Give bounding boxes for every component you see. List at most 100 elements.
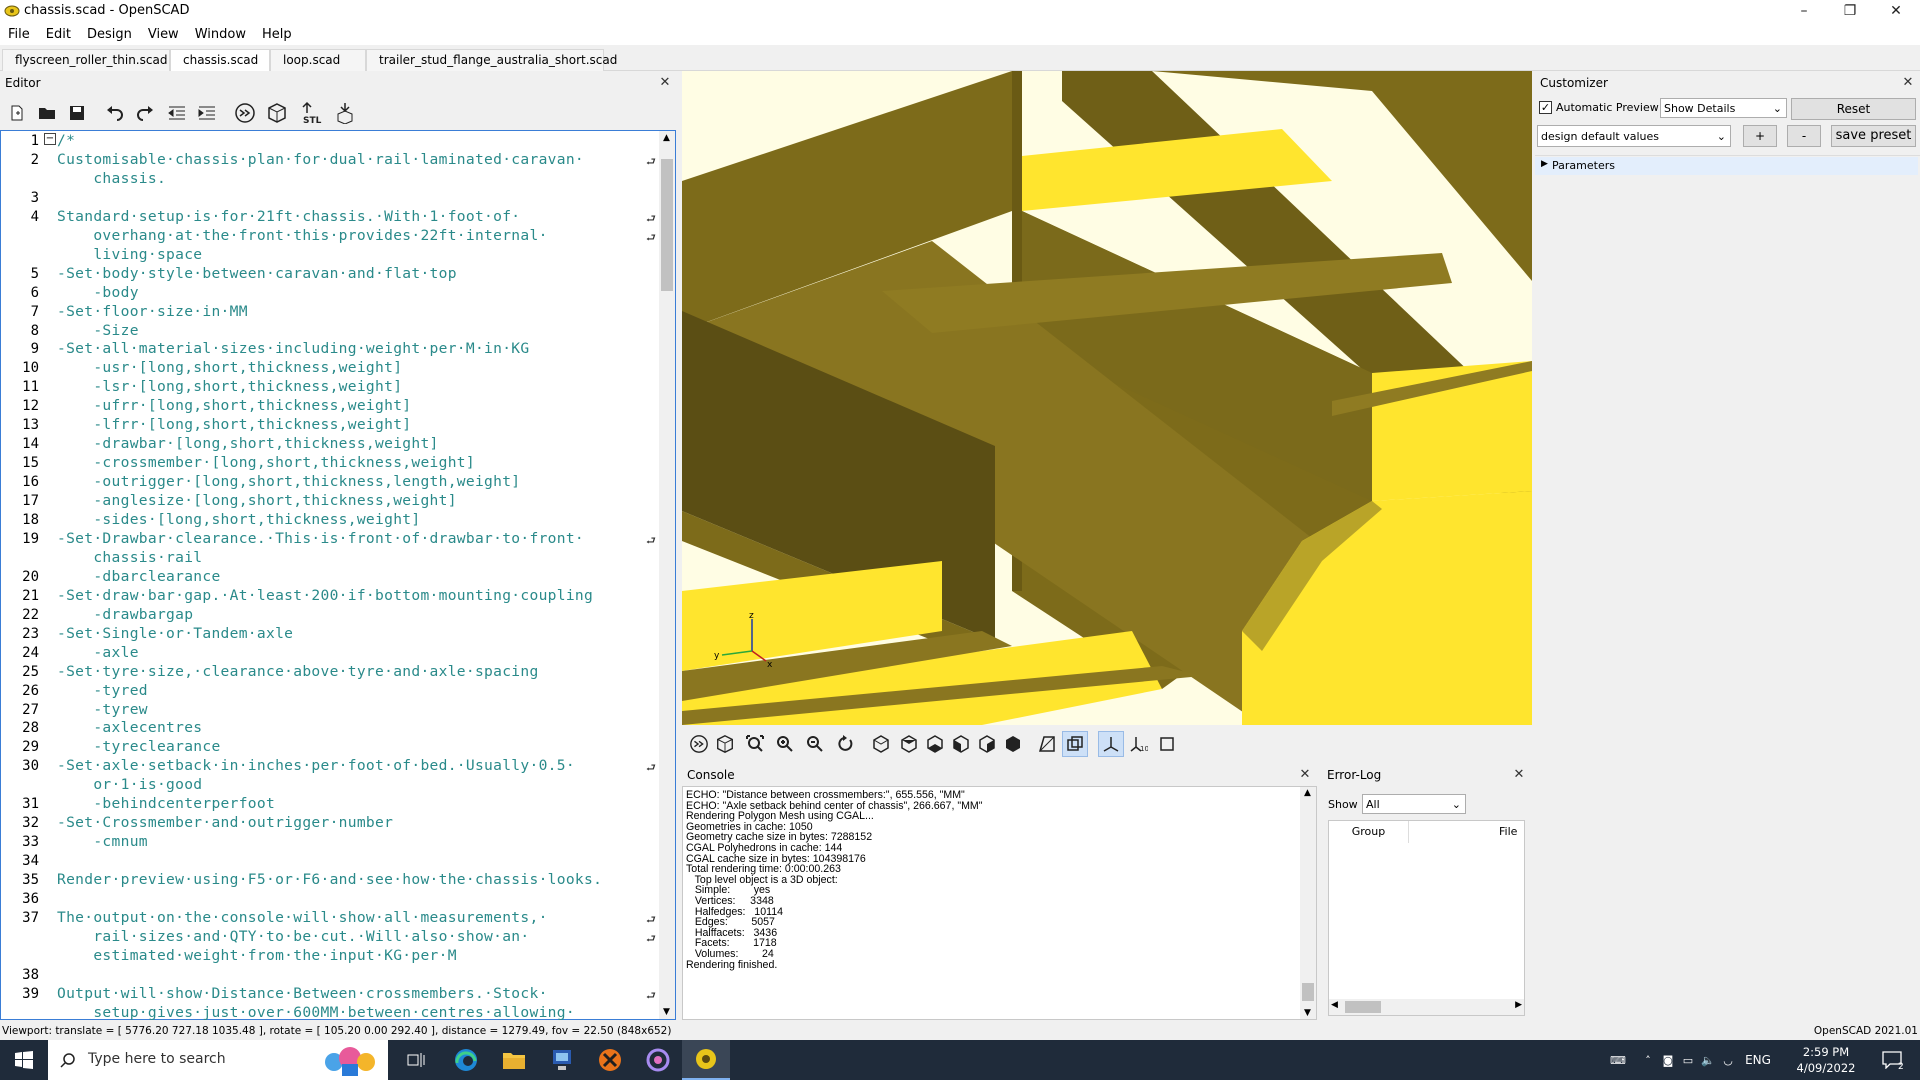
show-details-select[interactable]: Show Details ⌄ (1660, 98, 1787, 118)
orthogonal-icon[interactable] (1062, 731, 1088, 757)
render-icon[interactable] (712, 731, 738, 757)
console-output[interactable]: ECHO: "Distance between crossmembers:", … (682, 786, 1317, 1020)
circle-app-icon[interactable] (634, 1040, 682, 1080)
code-line: -crossmember·[long,short,thickness,weigh… (57, 454, 475, 472)
editor-close-icon[interactable]: ✕ (658, 76, 672, 90)
network-app-icon[interactable] (538, 1040, 586, 1080)
scroll-up-icon[interactable]: ▲ (663, 133, 670, 143)
view-top-icon[interactable] (896, 731, 922, 757)
errorlog-col-group[interactable]: Group (1329, 821, 1409, 843)
editor-scroll-thumb[interactable] (661, 159, 673, 291)
code-line: -Set·body·style·between·caravan·and·flat… (57, 264, 457, 282)
scroll-down-icon[interactable]: ▼ (1304, 1008, 1311, 1018)
menu-help[interactable]: Help (254, 24, 300, 45)
network-icon[interactable]: ▭ (1678, 1040, 1698, 1080)
openscad-taskbar-icon[interactable] (682, 1040, 730, 1080)
unindent-icon[interactable] (164, 100, 190, 126)
taskbar-search-box[interactable]: Type here to search (48, 1040, 388, 1080)
code-area[interactable]: /* Customisable·chassis·plan·for·dual·rai… (1, 131, 659, 1021)
notification-center-icon[interactable]: 2 (1872, 1040, 1912, 1080)
fold-toggle-icon[interactable]: − (44, 133, 56, 145)
errorlog-table[interactable]: Group File ◀ ▶ (1328, 820, 1525, 1016)
errorlog-hscrollbar[interactable]: ◀ ▶ (1329, 999, 1524, 1015)
console-close-icon[interactable]: ✕ (1298, 768, 1312, 782)
errorlog-col-file[interactable]: File (1499, 821, 1529, 843)
view-back-icon[interactable] (1000, 731, 1026, 757)
open-file-icon[interactable] (34, 100, 60, 126)
save-icon[interactable] (64, 100, 90, 126)
code-line: -sides·[long,short,thickness,weight] (57, 511, 421, 528)
scroll-up-icon[interactable]: ▲ (1304, 788, 1311, 798)
render-icon[interactable] (264, 100, 290, 126)
auto-preview-checkbox[interactable]: ✓ (1539, 101, 1552, 114)
errorlog-close-icon[interactable]: ✕ (1512, 768, 1526, 782)
volume-icon[interactable]: 🔈 (1698, 1040, 1718, 1080)
file-explorer-icon[interactable] (490, 1040, 538, 1080)
reset-view-icon[interactable] (832, 731, 858, 757)
errorlog-scroll-thumb[interactable] (1345, 1001, 1381, 1013)
close-button[interactable]: ✕ (1873, 0, 1919, 24)
wifi-icon[interactable]: ◡ (1718, 1040, 1738, 1080)
scroll-left-icon[interactable]: ◀ (1331, 1000, 1338, 1010)
tab-label: flyscreen_roller_thin.scad (15, 53, 168, 67)
code-line: -tyrew (57, 700, 148, 718)
scroll-down-icon[interactable]: ▼ (663, 1007, 670, 1017)
code-editor[interactable]: 1 2 3 4 5 6 7 8 9 10 11 12 13 14 15 16 17 18 19 20 21 22 23 24 2… (0, 130, 676, 1021)
customizer-close-icon[interactable]: ✕ (1901, 76, 1915, 90)
tab-chassis[interactable]: chassis.scadx (170, 49, 270, 89)
console-scroll-thumb[interactable] (1302, 983, 1314, 1001)
keyboard-icon[interactable]: ⌨ (1604, 1040, 1632, 1080)
code-line: -drawbargap (57, 605, 194, 623)
zoom-in-icon[interactable] (772, 731, 798, 757)
maximize-button[interactable]: ❐ (1827, 0, 1873, 24)
console-scrollbar[interactable]: ▲ ▼ (1300, 787, 1316, 1019)
show-edges-icon[interactable] (1154, 731, 1180, 757)
preview-icon[interactable] (232, 100, 258, 126)
view-bottom-icon[interactable] (922, 731, 948, 757)
parameters-group[interactable]: ▶ Parameters (1535, 157, 1918, 175)
editor-scrollbar[interactable]: ▲ ▼ (659, 131, 675, 1019)
camera-icon[interactable]: ◙ (1658, 1040, 1678, 1080)
code-line: -dbarclearance (57, 567, 221, 585)
zoom-out-icon[interactable] (802, 731, 828, 757)
indent-icon[interactable] (194, 100, 220, 126)
show-axes-icon[interactable] (1098, 731, 1124, 757)
app-x-icon[interactable] (586, 1040, 634, 1080)
windows-start-icon[interactable] (0, 1040, 48, 1080)
view-all-icon[interactable] (742, 731, 768, 757)
preset-select[interactable]: design default values ⌄ (1537, 125, 1731, 147)
show-scale-markers-icon[interactable]: 10 (1126, 731, 1152, 757)
menu-edit[interactable]: Edit (38, 24, 79, 45)
tab-trailer-stud-flange[interactable]: trailer_stud_flange_australia_short.scad (366, 49, 617, 71)
language-indicator[interactable]: ENG (1738, 1040, 1778, 1080)
send-to-print-icon[interactable] (332, 100, 358, 126)
3d-viewport[interactable]: z y x (682, 71, 1532, 725)
task-view-icon[interactable] (392, 1040, 440, 1080)
view-left-icon[interactable] (948, 731, 974, 757)
redo-icon[interactable] (132, 100, 158, 126)
add-preset-button[interactable]: + (1743, 125, 1777, 147)
show-hidden-icons-icon[interactable]: ˄ (1638, 1040, 1658, 1080)
menu-view[interactable]: View (140, 24, 187, 45)
tab-loop[interactable]: loop.scad (270, 49, 366, 71)
menu-design[interactable]: Design (79, 24, 140, 45)
save-preset-button[interactable]: save preset (1831, 125, 1916, 147)
reset-button[interactable]: Reset (1791, 98, 1916, 120)
remove-preset-button[interactable]: - (1787, 125, 1821, 147)
view-right-icon[interactable] (868, 731, 894, 757)
clock[interactable]: 2:59 PM 4/09/2022 (1784, 1040, 1868, 1080)
errorlog-show-select[interactable]: All ⌄ (1362, 794, 1466, 814)
menu-file[interactable]: File (0, 24, 38, 45)
perspective-icon[interactable] (1034, 731, 1060, 757)
undo-icon[interactable] (102, 100, 128, 126)
expand-arrow-icon[interactable]: ▶ (1541, 159, 1548, 169)
menu-window[interactable]: Window (187, 24, 254, 45)
tab-flyscreen-roller-thin[interactable]: flyscreen_roller_thin.scad (2, 49, 170, 71)
scroll-right-icon[interactable]: ▶ (1515, 1000, 1522, 1010)
edge-browser-icon[interactable] (442, 1040, 490, 1080)
view-front-icon[interactable] (974, 731, 1000, 757)
minimize-button[interactable]: – (1781, 0, 1827, 24)
export-stl-icon[interactable]: STL (300, 100, 326, 126)
preview-icon[interactable] (686, 731, 712, 757)
new-file-icon[interactable] (4, 100, 30, 126)
